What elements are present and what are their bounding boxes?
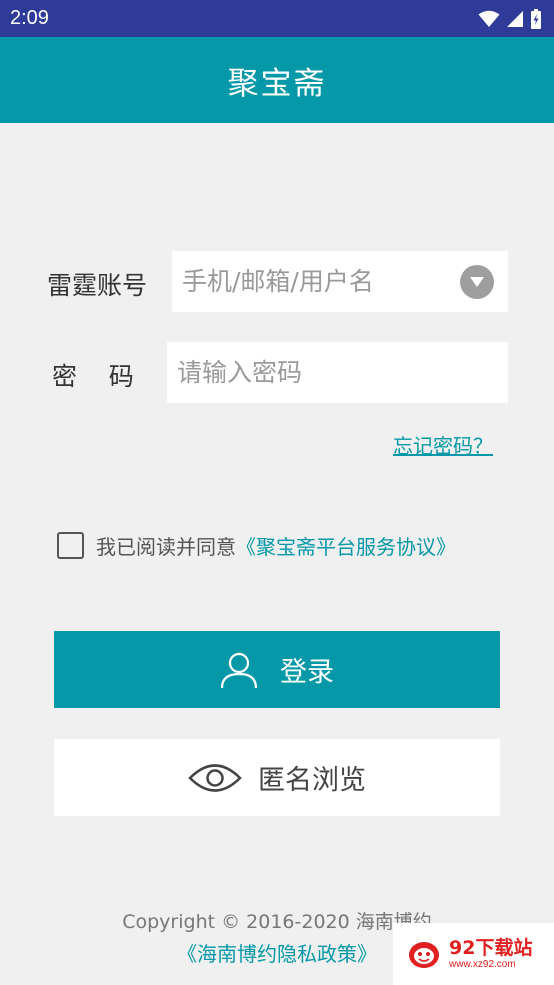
status-time: 2:09 — [10, 7, 49, 29]
agreement-row: 我已阅读并同意 《聚宝斋平台服务协议》 — [57, 531, 456, 560]
status-icons — [478, 8, 542, 29]
password-input[interactable] — [167, 342, 508, 403]
account-dropdown-button[interactable] — [460, 265, 494, 299]
agreement-checkbox[interactable] — [57, 532, 84, 559]
login-button[interactable]: 登录 — [54, 631, 500, 708]
account-label: 雷霆账号 — [47, 271, 148, 300]
user-icon — [220, 652, 258, 688]
agreement-link[interactable]: 《聚宝斋平台服务协议》 — [236, 531, 456, 560]
wifi-icon — [478, 10, 500, 27]
app-title: 聚宝斋 — [227, 65, 327, 102]
signal-icon — [507, 10, 523, 27]
password-label: 密 码 — [52, 362, 134, 391]
agreement-text: 我已阅读并同意 — [96, 535, 236, 559]
account-field[interactable] — [172, 251, 508, 312]
password-field[interactable] — [167, 342, 508, 403]
battery-icon — [531, 8, 541, 29]
status-bar: 2:09 — [0, 0, 554, 37]
chevron-down-icon — [470, 277, 484, 287]
anonymous-browse-button[interactable]: 匿名浏览 — [54, 739, 500, 816]
app-bar: 聚宝斋 — [0, 37, 554, 123]
anonymous-browse-label: 匿名浏览 — [258, 765, 366, 796]
watermark-logo — [409, 942, 439, 968]
watermark-brand: 92下载站 — [449, 937, 533, 960]
watermark: 92下载站 www.xz92.com — [393, 923, 554, 985]
login-button-label: 登录 — [280, 657, 334, 688]
forgot-password-link[interactable]: 忘记密码？ — [393, 430, 493, 459]
account-input[interactable] — [172, 251, 508, 312]
eye-icon — [188, 763, 242, 792]
watermark-url: www.xz92.com — [449, 958, 516, 970]
